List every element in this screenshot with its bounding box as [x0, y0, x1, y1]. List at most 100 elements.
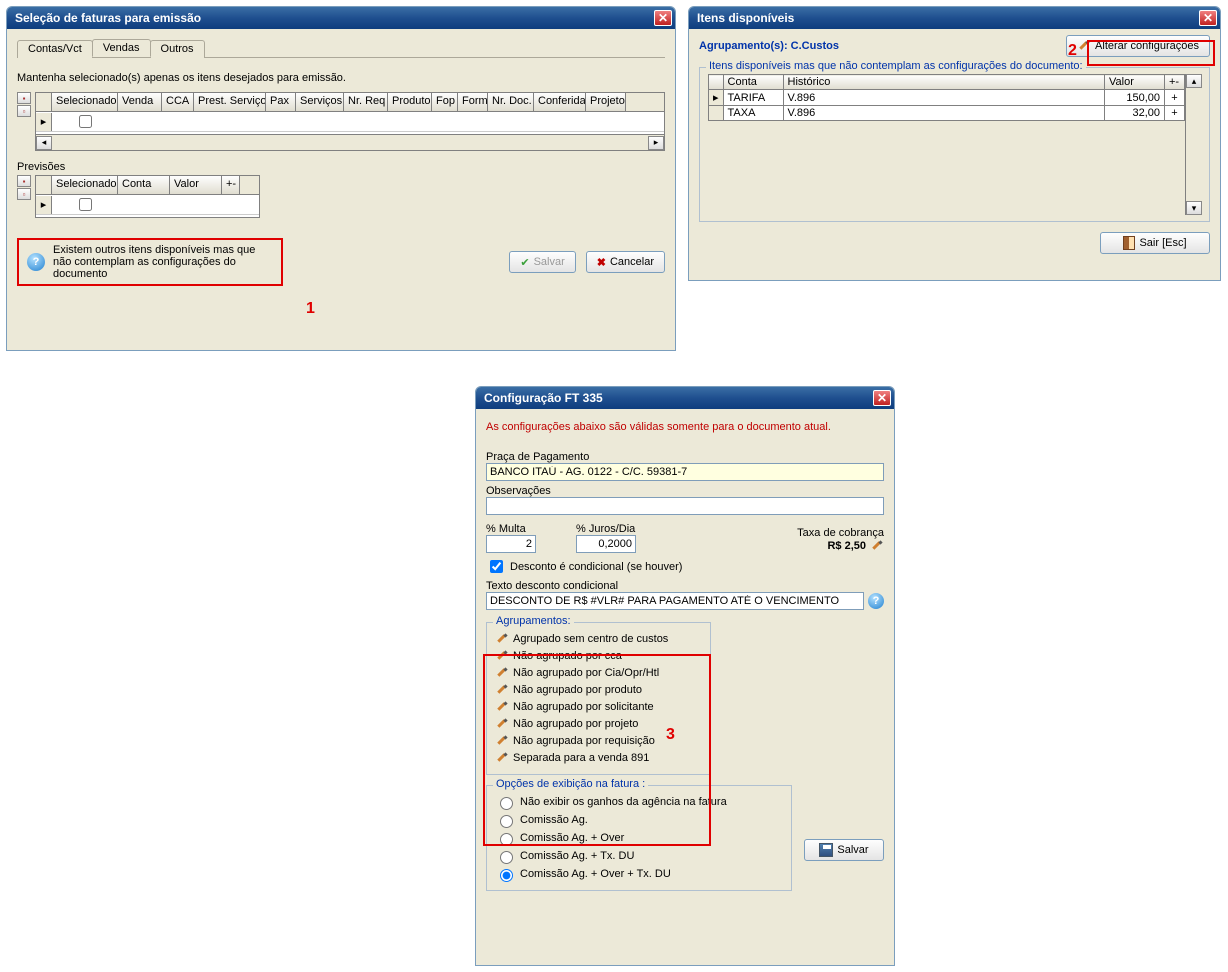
agrupamento-link-3[interactable]: Não agrupado por produto: [495, 683, 702, 697]
row-indicator-icon: ▸: [36, 113, 52, 131]
previsoes-deselect-all[interactable]: ▫: [17, 188, 31, 200]
cancel-button[interactable]: ✖ Cancelar: [586, 251, 665, 273]
row-checkbox[interactable]: [79, 115, 92, 128]
col-nrreq[interactable]: Nr. Req: [344, 93, 388, 111]
opcao-radio-4[interactable]: Comissão Ag. + Over + Tx. DU: [495, 866, 783, 882]
scroll-down-icon[interactable]: ▾: [1186, 201, 1202, 215]
pencil-icon: [495, 717, 509, 731]
col-fop[interactable]: Fop: [432, 93, 458, 111]
instruction-text: Mantenha selecionado(s) apenas os itens …: [17, 72, 665, 84]
agrup-legend: Agrupamentos:: [493, 615, 574, 627]
agrupamento-link-1[interactable]: Não agrupado por cca: [495, 649, 702, 663]
juros-label: % Juros/Dia: [576, 523, 636, 535]
tab-contas[interactable]: Contas/Vct: [17, 40, 93, 58]
fieldset-legend: Itens disponíveis mas que não contemplam…: [706, 60, 1086, 72]
alterar-config-button[interactable]: Alterar configurações: [1066, 35, 1210, 57]
radio-input[interactable]: [500, 869, 513, 882]
col-produto[interactable]: Produto: [388, 93, 432, 111]
x-icon: ✖: [597, 256, 606, 269]
window-titlebar: Itens disponíveis ✕: [689, 7, 1220, 29]
items-table: Conta Histórico Valor +- ▸ TARIFA V.896 …: [708, 74, 1185, 121]
radio-input[interactable]: [500, 851, 513, 864]
agrupamento-link-0[interactable]: Agrupado sem centro de custos: [495, 632, 702, 646]
col-conta[interactable]: Conta: [118, 176, 170, 194]
annotation-2: 2: [1068, 42, 1077, 60]
pencil-icon: [495, 700, 509, 714]
col-conferida[interactable]: Conferida: [534, 93, 586, 111]
save-icon: [819, 843, 833, 857]
close-icon[interactable]: ✕: [1199, 10, 1217, 26]
table-row[interactable]: TAXA V.896 32,00 +: [709, 106, 1185, 121]
col-prest[interactable]: Prest. Serviços: [194, 93, 266, 111]
tab-outros[interactable]: Outros: [150, 40, 205, 58]
obs-label: Observações: [486, 485, 884, 497]
close-icon[interactable]: ✕: [654, 10, 672, 26]
row-checkbox[interactable]: [79, 198, 92, 211]
edit-taxa-icon[interactable]: [870, 539, 884, 553]
col-pm[interactable]: +-: [222, 176, 240, 194]
row-indicator-header: [36, 93, 52, 111]
previsoes-select-all[interactable]: ▪: [17, 175, 31, 187]
col-cca[interactable]: CCA: [162, 93, 194, 111]
row-indicator-header: [36, 176, 52, 194]
pencil-icon: [495, 751, 509, 765]
radio-input[interactable]: [500, 815, 513, 828]
scroll-up-icon[interactable]: ▴: [1186, 74, 1202, 88]
scroll-left-icon[interactable]: ◂: [36, 136, 52, 150]
texto-desc-input[interactable]: [486, 592, 864, 610]
opcao-radio-3[interactable]: Comissão Ag. + Tx. DU: [495, 848, 783, 864]
agrupamento-link-7[interactable]: Separada para a venda 891: [495, 751, 702, 765]
col-selecionado-2[interactable]: Selecionado: [52, 176, 118, 194]
table-row[interactable]: ▸: [36, 195, 259, 215]
select-all-button[interactable]: ▪: [17, 92, 31, 104]
texto-desc-label: Texto desconto condicional: [486, 580, 884, 592]
col-form[interactable]: Form: [458, 93, 488, 111]
scroll-right-icon[interactable]: ▸: [648, 136, 664, 150]
col-pm[interactable]: +-: [1165, 75, 1185, 90]
previsoes-label: Previsões: [17, 161, 665, 173]
table-row[interactable]: ▸ TARIFA V.896 150,00 +: [709, 90, 1185, 106]
table-row[interactable]: ▸: [36, 112, 664, 132]
col-valor[interactable]: Valor: [170, 176, 222, 194]
door-icon: [1123, 236, 1135, 250]
warning-text: As configurações abaixo são válidas some…: [486, 421, 884, 433]
multa-input[interactable]: [486, 535, 536, 553]
juros-input[interactable]: [576, 535, 636, 553]
agrupamento-label: Agrupamento(s): C.Custos: [699, 40, 839, 52]
col-venda[interactable]: Venda: [118, 93, 162, 111]
window-titlebar: Configuração FT 335 ✕: [476, 387, 894, 409]
desconto-label: Desconto é condicional (se houver): [510, 561, 682, 573]
opcao-radio-2[interactable]: Comissão Ag. + Over: [495, 830, 783, 846]
praca-input[interactable]: [486, 463, 884, 481]
window-title: Itens disponíveis: [697, 11, 794, 25]
deselect-all-button[interactable]: ▫: [17, 105, 31, 117]
help-icon[interactable]: ?: [868, 593, 884, 609]
save-button[interactable]: Salvar: [804, 839, 884, 861]
col-projeto[interactable]: Projeto: [586, 93, 626, 111]
radio-input[interactable]: [500, 833, 513, 846]
opcao-radio-1[interactable]: Comissão Ag.: [495, 812, 783, 828]
col-nrdoc[interactable]: Nr. Doc.: [488, 93, 534, 111]
row-indicator-icon: ▸: [36, 196, 52, 214]
col-servicos[interactable]: Serviços: [296, 93, 344, 111]
agrupamento-link-4[interactable]: Não agrupado por solicitante: [495, 700, 702, 714]
radio-input[interactable]: [500, 797, 513, 810]
col-conta[interactable]: Conta: [723, 75, 783, 90]
vertical-scrollbar[interactable]: ▴ ▾: [1185, 74, 1201, 215]
tab-vendas[interactable]: Vendas: [92, 39, 151, 57]
horizontal-scrollbar[interactable]: ◂ ▸: [36, 134, 664, 150]
window-titlebar: Seleção de faturas para emissão ✕: [7, 7, 675, 29]
col-historico[interactable]: Histórico: [783, 75, 1104, 90]
col-pax[interactable]: Pax: [266, 93, 296, 111]
col-selecionado[interactable]: Selecionado: [52, 93, 118, 111]
exit-button[interactable]: Sair [Esc]: [1100, 232, 1210, 254]
row-indicator-icon: [709, 106, 724, 121]
agrupamento-link-2[interactable]: Não agrupado por Cia/Opr/Htl: [495, 666, 702, 680]
col-valor[interactable]: Valor: [1105, 75, 1165, 90]
opcao-radio-0[interactable]: Não exibir os ganhos da agência na fatur…: [495, 794, 783, 810]
close-icon[interactable]: ✕: [873, 390, 891, 406]
desconto-checkbox[interactable]: [490, 560, 503, 573]
window-title: Configuração FT 335: [484, 391, 603, 405]
obs-input[interactable]: [486, 497, 884, 515]
check-icon: ✔: [520, 256, 529, 269]
